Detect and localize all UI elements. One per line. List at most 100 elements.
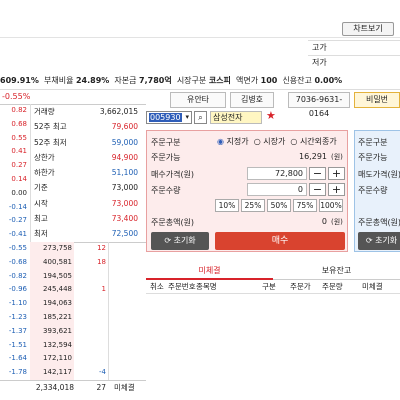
bid-volume: 245,448: [30, 283, 74, 298]
name-field[interactable]: 김병호: [230, 92, 274, 108]
stat-value: 79,600: [111, 122, 138, 132]
refresh-icon: ⟳: [164, 236, 172, 245]
bid-volume-row[interactable]: 400,581 18: [30, 255, 146, 270]
tab-unfilled[interactable]: 미체결: [146, 262, 273, 280]
bid-rate: -0.82: [8, 271, 27, 280]
divider: [108, 242, 109, 380]
sell-total-label: 주문총액(원): [358, 218, 400, 227]
column-header: 미체결: [362, 282, 383, 291]
order-type-limit[interactable]: 지정가: [227, 137, 249, 146]
percent-button[interactable]: 100%: [319, 199, 343, 212]
bid-volume-row[interactable]: 132,594: [30, 338, 146, 353]
tab-holdings[interactable]: 보유잔고: [273, 262, 400, 280]
stock-name-field: 삼성전자: [210, 111, 262, 124]
bid-volume-row[interactable]: 194,505: [30, 269, 146, 284]
bid-change: -4: [99, 368, 106, 377]
top-rate: -0.55%: [2, 92, 31, 101]
high-label: 고가: [312, 43, 327, 52]
totals-row: 2,334,018 27 미체결: [0, 380, 146, 394]
bid-volume: 172,110: [30, 352, 74, 367]
deposit-value: 100: [260, 76, 278, 85]
password-field[interactable]: 비밀번: [354, 92, 400, 108]
ask-rate: 0.55: [11, 133, 27, 142]
stock-stats-panel: 거래량 3,662,015 52주 최고 79,600 52주 최저 59,000 상한가 9…: [30, 104, 140, 242]
stat-label: 거래량: [34, 107, 55, 116]
ask-rate: 0.27: [11, 161, 27, 170]
stat-row: 하한가 51,100: [30, 165, 140, 180]
capital-label: 자본금: [114, 76, 137, 85]
market-label: 시장구분: [176, 76, 207, 85]
bid-rate-column: -0.55 -0.68 -0.82 -0.96 -1.10 -1.23 -1.37 -1.51…: [0, 242, 30, 380]
column-header: 취소: [150, 282, 164, 291]
order-type-afterhours[interactable]: 시간외종가: [300, 137, 337, 146]
low-price-row: 저가: [308, 55, 400, 69]
quantity-minus-button[interactable]: −: [309, 183, 326, 196]
total-value: 0: [321, 217, 327, 226]
sell-type-label: 주문구분: [358, 138, 388, 147]
stat-label: 시작: [34, 198, 48, 208]
stat-label: 하한가: [34, 168, 55, 178]
percent-button[interactable]: 75%: [293, 199, 317, 212]
stock-code: 005930: [149, 113, 182, 122]
bid-volume-row[interactable]: 185,221: [30, 310, 146, 325]
totals-label: 미체결: [114, 383, 135, 392]
bid-change: 1: [101, 285, 106, 294]
bid-volume-row[interactable]: 172,110: [30, 352, 146, 367]
bid-volume: 273,758: [30, 242, 74, 256]
stat-value: 3,662,015: [99, 107, 138, 116]
bid-volume-row[interactable]: 273,758 12: [30, 242, 146, 256]
bid-rate: -1.51: [8, 340, 27, 349]
buy-button[interactable]: 매수: [215, 232, 345, 250]
favorite-star-icon[interactable]: ★: [266, 109, 276, 122]
quantity-input[interactable]: 0: [247, 183, 307, 196]
search-icon[interactable]: ⌕: [194, 111, 207, 124]
stat-value: 72,500: [111, 229, 138, 239]
percent-button[interactable]: 10%: [215, 199, 239, 212]
sell-price-label: 매도가격(원): [358, 170, 400, 179]
price-plus-button[interactable]: +: [328, 167, 345, 180]
stat-value: 51,100: [111, 168, 138, 178]
chart-view-button[interactable]: 차트보기: [342, 22, 394, 36]
ask-rate: -0.14: [8, 202, 27, 211]
bid-volume-row[interactable]: 194,063: [30, 297, 146, 311]
radio-selected-icon[interactable]: ◉: [217, 137, 224, 146]
bid-volume-row[interactable]: 142,117 -4: [30, 366, 146, 380]
stat-value: 59,000: [111, 137, 138, 147]
percent-button[interactable]: 25%: [241, 199, 265, 212]
order-type-market[interactable]: 시장가: [263, 137, 285, 146]
user-field[interactable]: 유안타: [170, 92, 226, 108]
stock-code-select[interactable]: 005930 ▾: [146, 111, 192, 124]
bid-volume-row[interactable]: 393,621: [30, 324, 146, 339]
stat-label: 52주 최저: [34, 137, 67, 147]
ask-rate: 0.68: [11, 119, 27, 128]
bid-rate: -1.78: [8, 368, 27, 377]
price-input[interactable]: 72,800: [247, 167, 307, 180]
buy-order-panel: 주문구분 ◉ 지정가 ○ 시장가 ○ 시간외종가 주문가능 16,291 (원)…: [146, 130, 348, 252]
percent-button[interactable]: 50%: [267, 199, 291, 212]
reset-button[interactable]: ⟳ 초기화: [151, 232, 209, 250]
sell-order-panel: 주문구분 주문가능 매도가격(원) 주문수량 주문총액(원) ⟳ 초기화: [354, 130, 400, 252]
stat-label: 52주 최고: [34, 122, 67, 132]
credit-label: 신용잔고: [282, 76, 312, 85]
bid-rate: -0.96: [8, 285, 27, 294]
stat-value: 73,000: [111, 198, 138, 208]
column-header: 구분: [262, 282, 276, 291]
quantity-plus-button[interactable]: +: [328, 183, 345, 196]
bid-volume-row[interactable]: 245,448 1: [30, 283, 146, 298]
bid-change: 12: [97, 244, 106, 252]
bid-volume: 393,621: [30, 324, 74, 339]
price-minus-button[interactable]: −: [309, 167, 326, 180]
order-type-radios[interactable]: ◉ 지정가 ○ 시장가 ○ 시간외종가: [217, 136, 337, 147]
bid-volume: 132,594: [30, 338, 74, 353]
sell-reset-button[interactable]: ⟳ 초기화: [358, 232, 400, 250]
refresh-icon: ⟳: [365, 236, 373, 245]
bid-volume: 142,117: [30, 366, 74, 380]
stat-row: 52주 최저 59,000: [30, 135, 140, 150]
column-header: 종목명: [196, 282, 217, 291]
total-volume: 2,334,018: [35, 383, 74, 392]
total-label: 주문총액(원): [151, 218, 195, 227]
bid-rate: -1.37: [8, 326, 27, 335]
bid-rate: -1.23: [8, 312, 27, 321]
bid-volume: 194,063: [30, 297, 74, 311]
account-number-select[interactable]: 7036-9631-0164: [288, 92, 350, 118]
